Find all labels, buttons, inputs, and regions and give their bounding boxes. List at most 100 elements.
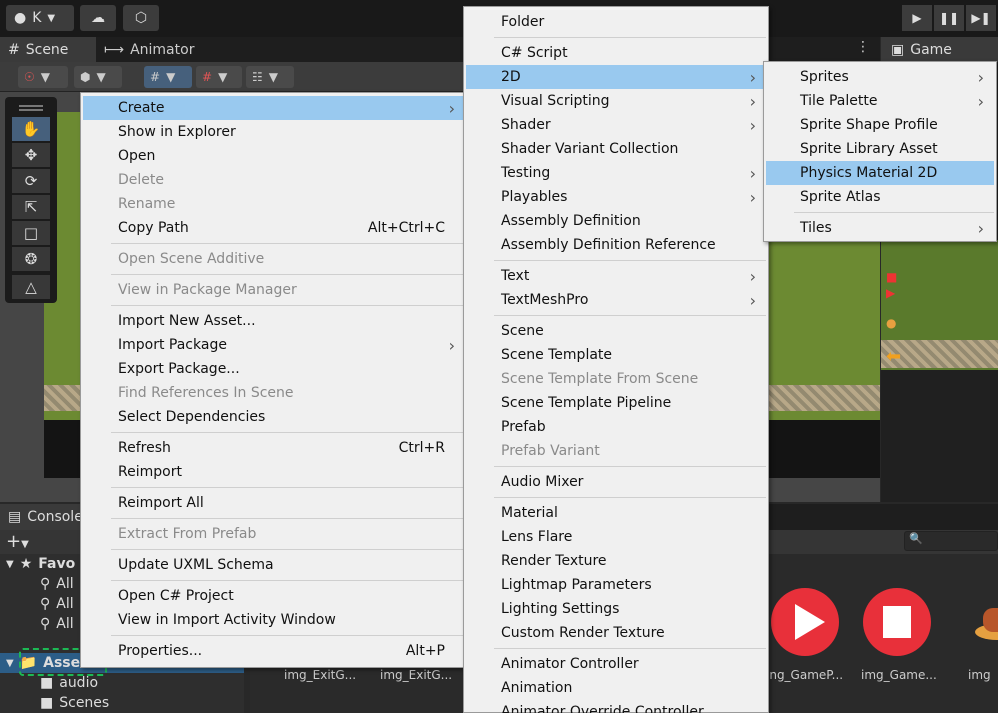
tree-favorite-item[interactable]: ⚲ All	[40, 594, 74, 614]
increment-snap-dropdown[interactable]: # ▼	[196, 66, 242, 88]
add-asset-button[interactable]: +▼	[6, 531, 29, 552]
create-item-prefab[interactable]: Prefab	[466, 415, 766, 439]
menu-item-reimport[interactable]: Reimport	[83, 460, 463, 484]
draw-mode-dropdown[interactable]: ⬢ ▼	[74, 66, 122, 88]
orientation-dropdown[interactable]: ☷ ▼	[246, 66, 294, 88]
more-options-icon[interactable]: ⋮	[856, 39, 870, 55]
chevron-right-icon: ›	[749, 290, 756, 310]
2d-item-sprites[interactable]: Sprites ›	[766, 65, 994, 89]
menu-item-shortcut: Ctrl+R	[398, 440, 445, 456]
play-button[interactable]: ▶	[902, 5, 932, 31]
create-item-animator-controller[interactable]: Animator Controller	[466, 652, 766, 676]
create-item-scene-template[interactable]: Scene Template	[466, 343, 766, 367]
tab-console[interactable]: ▤ Console	[0, 504, 84, 530]
chevron-down-icon: ▼	[218, 70, 228, 84]
asset-tile[interactable]	[956, 586, 998, 658]
create-item-textmeshpro[interactable]: TextMeshPro ›	[466, 288, 766, 312]
tree-favorite-item[interactable]: ⚲ All	[40, 614, 74, 634]
menu-item-label: View in Import Activity Window	[118, 612, 336, 628]
transform-tool[interactable]: ❂	[12, 247, 50, 271]
create-item-assembly-definition[interactable]: Assembly Definition	[466, 209, 766, 233]
menu-item-export-package[interactable]: Export Package...	[83, 357, 463, 381]
create-item-assembly-definition-reference[interactable]: Assembly Definition Reference	[466, 233, 766, 257]
menu-item-label: Testing	[501, 165, 551, 181]
rect-tool[interactable]: □	[12, 221, 50, 245]
chevron-down-icon: ▼	[96, 70, 106, 84]
menu-item-view-in-import-activity-window[interactable]: View in Import Activity Window	[83, 608, 463, 632]
create-item-lens-flare[interactable]: Lens Flare	[466, 525, 766, 549]
create-item-text[interactable]: Text ›	[466, 264, 766, 288]
menu-item-import-new-asset[interactable]: Import New Asset...	[83, 309, 463, 333]
menu-item-select-dependencies[interactable]: Select Dependencies	[83, 405, 463, 429]
create-item-lightmap-parameters[interactable]: Lightmap Parameters	[466, 573, 766, 597]
2d-item-tiles[interactable]: Tiles ›	[766, 216, 994, 240]
tree-favorite-item[interactable]: ⚲ All	[40, 574, 74, 594]
2d-item-sprite-atlas[interactable]: Sprite Atlas	[766, 185, 994, 209]
create-item-visual-scripting[interactable]: Visual Scripting ›	[466, 89, 766, 113]
tree-favorites[interactable]: ▼ ★ Favo	[6, 554, 75, 574]
create-item-animation[interactable]: Animation	[466, 676, 766, 700]
2d-item-sprite-shape-profile[interactable]: Sprite Shape Profile	[766, 113, 994, 137]
asset-tile[interactable]	[856, 586, 938, 658]
create-item-material[interactable]: Material	[466, 501, 766, 525]
stop-button-icon	[863, 588, 931, 656]
create-item-animator-override-controller[interactable]: Animator Override Controller	[466, 700, 766, 713]
2d-submenu: Sprites › Tile Palette › Sprite Shape Profil…	[763, 61, 997, 242]
asset-tile[interactable]	[764, 586, 846, 658]
hand-tool[interactable]: ✋	[12, 117, 50, 141]
drag-handle-icon[interactable]	[19, 105, 43, 111]
character-icon: ●	[886, 316, 897, 330]
tab-animator[interactable]: ⟼ Animator	[104, 37, 214, 62]
create-item-render-texture[interactable]: Render Texture	[466, 549, 766, 573]
gizmo-dropdown[interactable]: ☉ ▼	[18, 66, 68, 88]
chevron-down-icon: ▼	[21, 539, 29, 550]
create-item-scene-template-pipeline[interactable]: Scene Template Pipeline	[466, 391, 766, 415]
tree-folder-scenes[interactable]: ■ Scenes	[40, 693, 109, 713]
create-item-testing[interactable]: Testing ›	[466, 161, 766, 185]
collab-button[interactable]: ⬡	[123, 5, 159, 31]
create-item-lighting-settings[interactable]: Lighting Settings	[466, 597, 766, 621]
cloud-button[interactable]: ☁	[80, 5, 116, 31]
menu-item-delete: Delete	[83, 168, 463, 192]
menu-item-refresh[interactable]: Refresh Ctrl+R	[83, 436, 463, 460]
create-item-playables[interactable]: Playables ›	[466, 185, 766, 209]
account-dropdown[interactable]: ● K ▼	[6, 5, 74, 31]
create-item-scene[interactable]: Scene	[466, 319, 766, 343]
rotate-tool[interactable]: ⟳	[12, 169, 50, 193]
menu-item-open-c-project[interactable]: Open C# Project	[83, 584, 463, 608]
search-icon: ⚲	[40, 576, 51, 592]
pause-button[interactable]: ❚❚	[934, 5, 964, 31]
tab-game[interactable]: ▣ Game	[881, 37, 998, 62]
menu-item-reimport-all[interactable]: Reimport All	[83, 491, 463, 515]
create-item-custom-render-texture[interactable]: Custom Render Texture	[466, 621, 766, 645]
create-item-audio-mixer[interactable]: Audio Mixer	[466, 470, 766, 494]
2d-item-sprite-library-asset[interactable]: Sprite Library Asset	[766, 137, 994, 161]
menu-item-import-package[interactable]: Import Package ›	[83, 333, 463, 357]
tab-scene[interactable]: # Scene	[0, 37, 96, 62]
create-item-folder[interactable]: Folder	[466, 10, 766, 34]
menu-item-properties[interactable]: Properties... Alt+P	[83, 639, 463, 663]
step-button[interactable]: ▶❚	[966, 5, 996, 31]
scale-tool[interactable]: ⇱	[12, 195, 50, 219]
custom-tool[interactable]: △	[12, 275, 50, 299]
create-item-2d[interactable]: 2D ›	[466, 65, 766, 89]
create-item-shader[interactable]: Shader ›	[466, 113, 766, 137]
tree-folder-audio[interactable]: ■ audio	[40, 673, 98, 693]
project-search-input[interactable]: 🔍	[904, 531, 998, 551]
menu-item-show-in-explorer[interactable]: Show in Explorer	[83, 120, 463, 144]
menu-item-create[interactable]: Create ›	[83, 96, 463, 120]
snap-icon: #	[202, 70, 213, 84]
2d-item-tile-palette[interactable]: Tile Palette ›	[766, 89, 994, 113]
menu-item-open[interactable]: Open	[83, 144, 463, 168]
create-item-shader-variant-collection[interactable]: Shader Variant Collection	[466, 137, 766, 161]
create-item-c-script[interactable]: C# Script	[466, 41, 766, 65]
menu-item-label: Find References In Scene	[118, 385, 294, 401]
menu-item-update-uxml-schema[interactable]: Update UXML Schema	[83, 553, 463, 577]
rotate-icon: ⟳	[24, 172, 38, 190]
menu-item-label: Material	[501, 505, 558, 521]
2d-item-physics-material-2d[interactable]: Physics Material 2D	[766, 161, 994, 185]
menu-item-copy-path[interactable]: Copy Path Alt+Ctrl+C	[83, 216, 463, 240]
menu-item-label: Import New Asset...	[118, 313, 256, 329]
move-tool[interactable]: ✥	[12, 143, 50, 167]
grid-snap-dropdown[interactable]: # ▼	[144, 66, 192, 88]
